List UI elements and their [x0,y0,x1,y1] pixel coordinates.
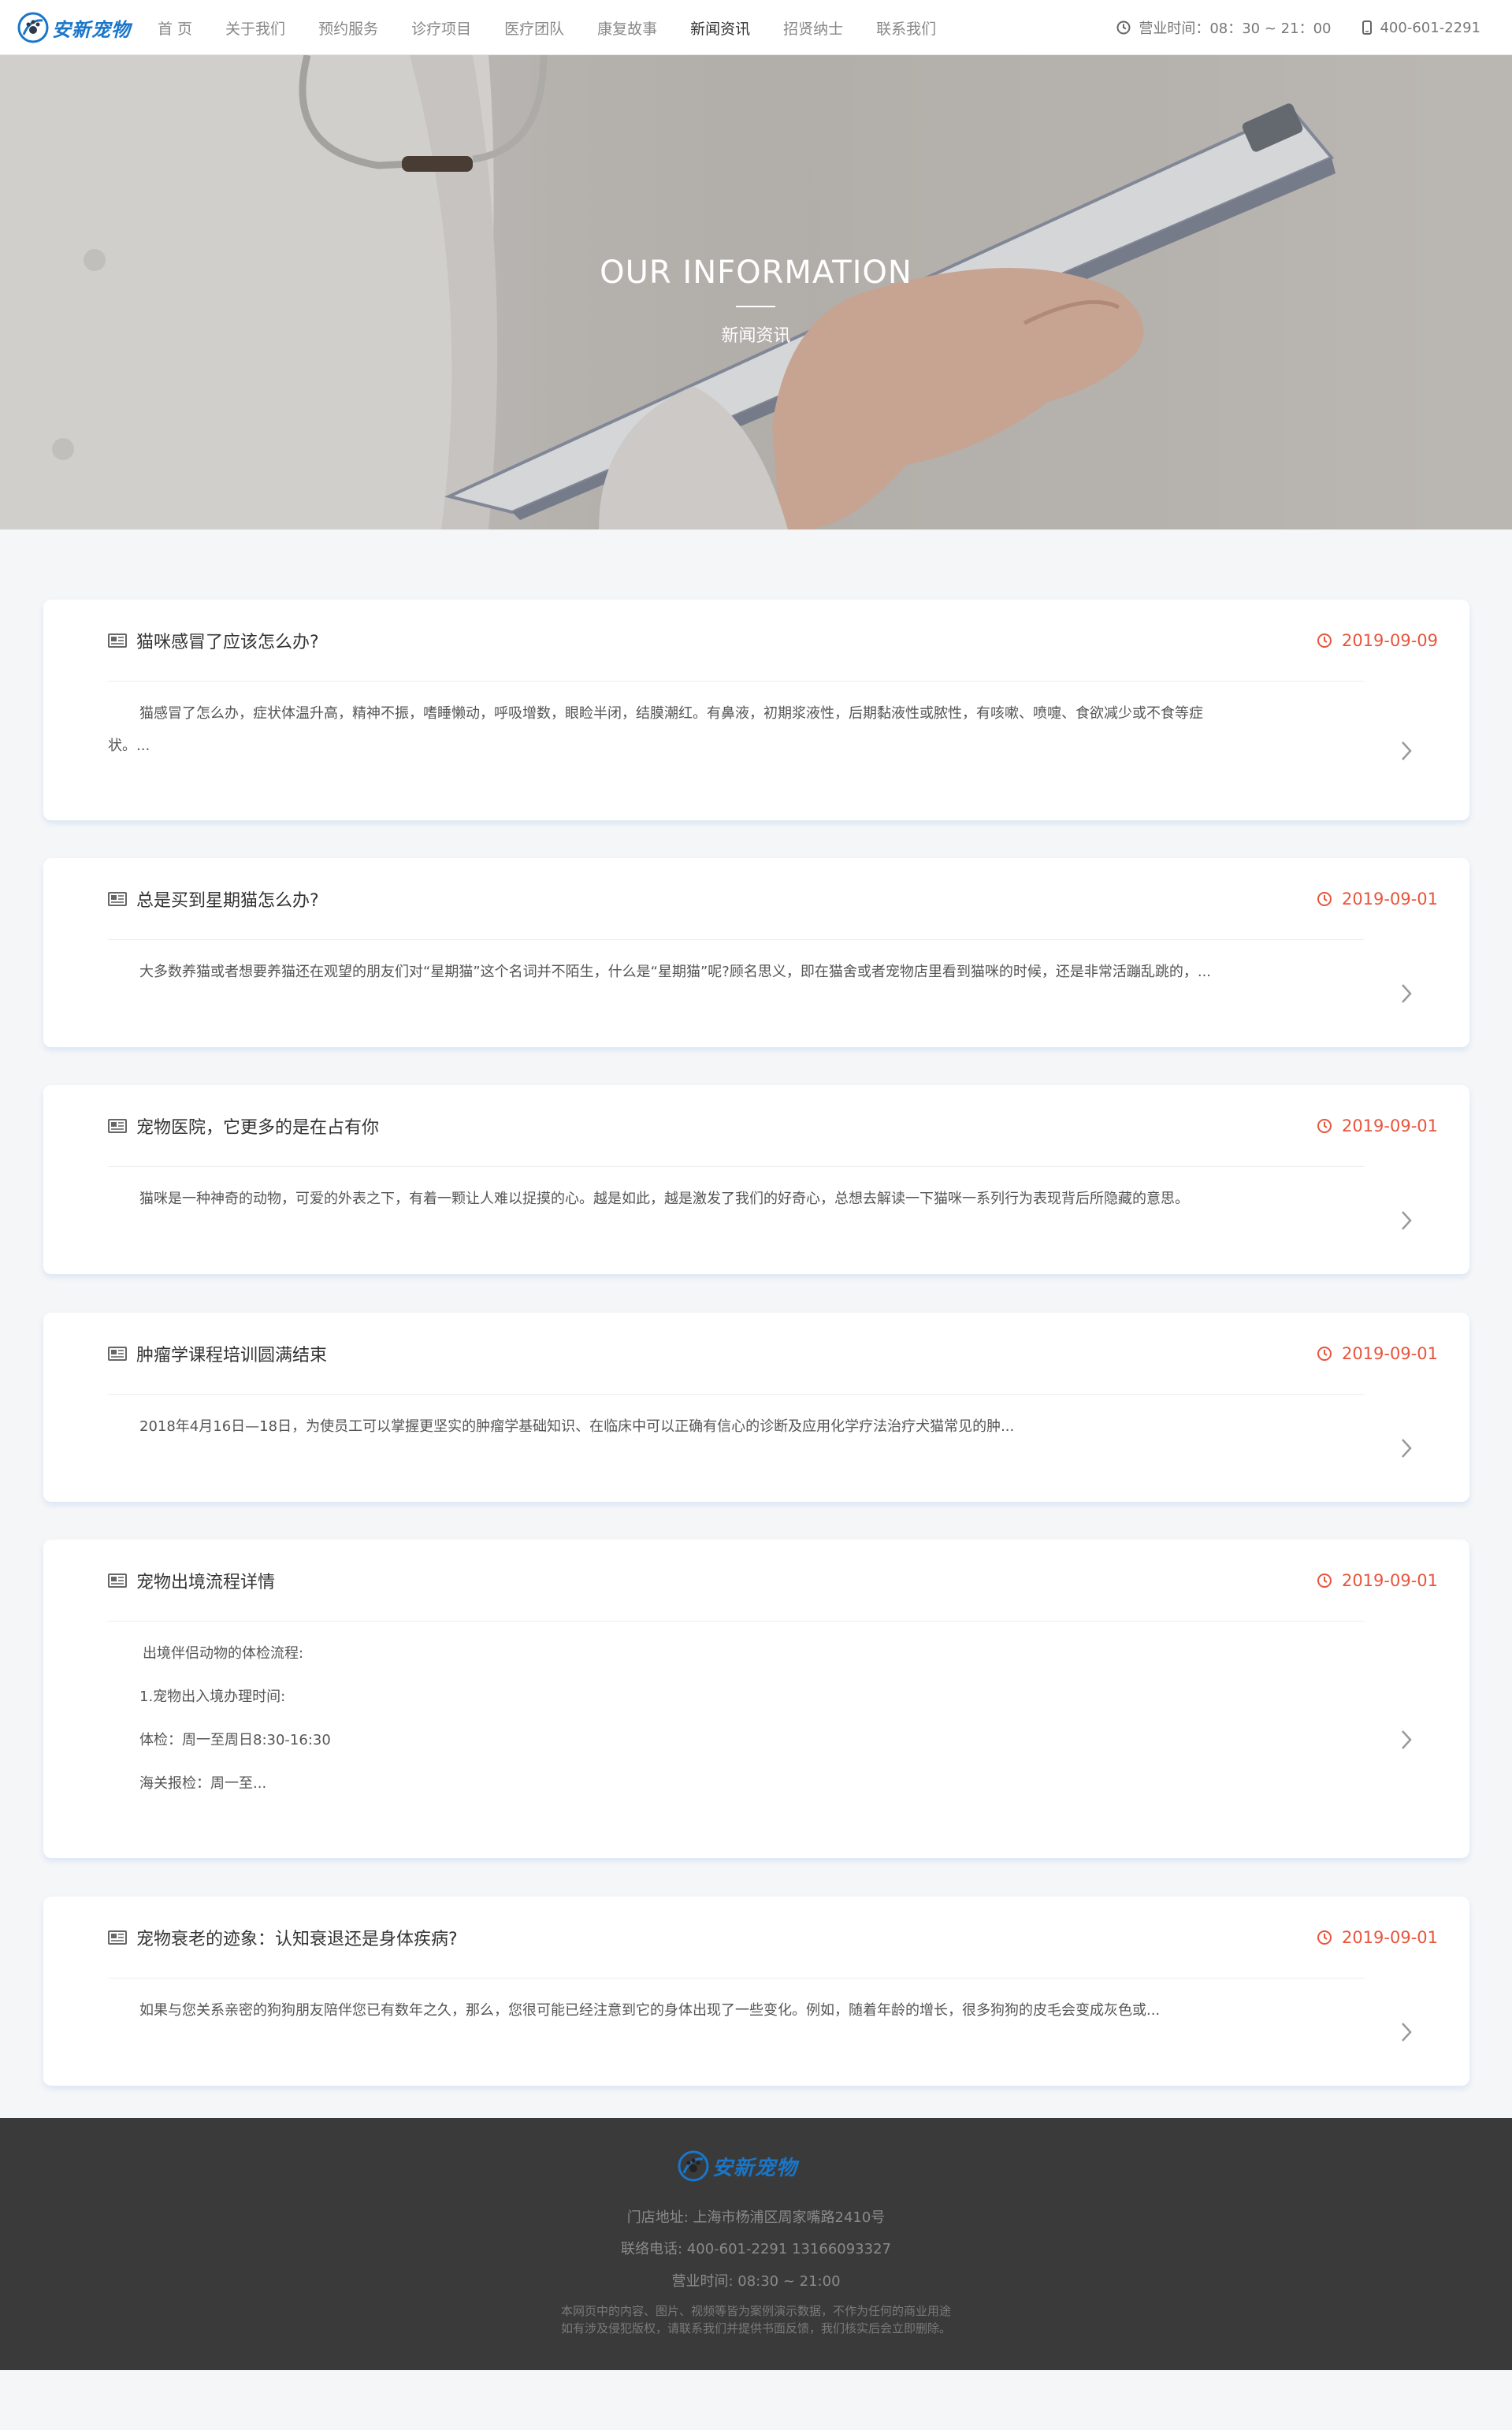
news-excerpt-line: 1.宠物出入境办理时间: [139,1689,286,1705]
news-excerpt: 大多数养猫或者想要养猫还在观望的朋友们对“星期猫”这个名词并不陌生，什么是“星期… [139,964,1212,980]
nav-item-4[interactable]: 医疗团队 [504,17,564,39]
clock-icon [1317,1119,1332,1133]
news-title[interactable]: 宠物医院，它更多的是在占有你 [136,1113,379,1139]
news-excerpt-line: 出境伴侣动物的体检流程: [143,1645,304,1662]
news-date-text: 2019-09-09 [1341,631,1438,650]
newspaper-icon [108,1118,127,1133]
news-card-header: 宠物出境流程详情 [108,1540,1365,1622]
phone-number[interactable]: 400-601-2291 [1362,20,1480,36]
news-body: 如果与您关系亲密的狗狗朋友陪伴您已有数年之久，那么，您很可能已经注意到它的身体出… [108,1994,1235,2027]
news-card-header: 宠物医院，它更多的是在占有你 [108,1085,1365,1167]
news-body: 猫咪是一种神奇的动物，可爱的外表之下，有着一颗让人难以捉摸的心。越是如此，越是激… [108,1183,1235,1215]
chevron-right-icon[interactable] [1399,983,1414,1005]
clock-icon [1317,1930,1332,1945]
footer-tel: 联络电话: 400-601-2291 13166093327 [621,2241,891,2257]
footer-address: 门店地址: 上海市杨浦区周家嘴路2410号 [626,2209,886,2226]
newspaper-icon [108,1346,127,1361]
news-date: 2019-09-09 [1317,600,1438,682]
business-hours: 营业时间：08：30 ~ 21：00 [1116,17,1331,38]
mobile-phone-icon [1362,20,1373,35]
newspaper-icon [108,891,127,906]
news-excerpt-line: 体检：周一至周日8:30-16:30 [139,1732,331,1748]
brand-name: 安新宠物 [52,18,131,41]
news-card[interactable]: 肿瘤学课程培训圆满结束 2019-09-01 2018年4月16日—18日，为使员工… [43,1313,1469,1502]
clock-icon [1317,1347,1332,1361]
news-card-header: 宠物衰老的迹象：认知衰退还是身体疾病? [108,1897,1365,1979]
chevron-right-icon[interactable] [1399,1209,1414,1232]
header-info: 营业时间：08：30 ~ 21：00 400-601-2291 [1085,0,1480,55]
phone-text: 400-601-2291 [1380,19,1480,36]
footer-disclaimer-2: 如有涉及侵犯版权，请联系我们并提供书面反馈，我们核实后会立即删除。 [560,2321,951,2335]
clock-icon [1317,634,1332,648]
news-date-text: 2019-09-01 [1341,1571,1438,1590]
news-excerpt: 猫感冒了怎么办，症状体温升高，精神不振，嗜睡懒动，呼吸增数，眼睑半闭，结膜潮红。… [108,705,1203,754]
news-card[interactable]: 宠物衰老的迹象：认知衰退还是身体疾病? 2019-09-01 如果与您关系亲密的狗狗… [43,1897,1469,2086]
news-excerpt-line: 海关报检：周一至... [139,1775,267,1792]
news-body: 大多数养猫或者想要养猫还在观望的朋友们对“星期猫”这个名词并不陌生，什么是“星期… [108,956,1235,988]
news-date: 2019-09-01 [1317,1313,1438,1395]
news-date-text: 2019-09-01 [1341,1117,1438,1135]
banner-title: OUR INFORMATION [600,255,912,291]
site-header: 安新宠物 首 页 关于我们 预约服务 诊疗项目 医疗团队 康复故事 新闻资讯 招贤纳士 联系我们… [0,0,1512,55]
news-date: 2019-09-01 [1317,1897,1438,1979]
banner-divider [736,306,775,307]
paw-logo-icon [678,2150,709,2182]
paw-logo-icon [17,12,49,43]
clock-icon [1317,892,1332,906]
news-card[interactable]: 猫咪感冒了应该怎么办? 2019-09-09 猫感冒了怎么办，症状体温升高，精神不振… [43,600,1469,820]
nav-item-1[interactable]: 关于我们 [225,17,285,39]
news-body: 出境伴侣动物的体检流程: 1.宠物出入境办理时间: 体检：周一至周日8:30-16:… [108,1637,1235,1811]
news-card[interactable]: 宠物医院，它更多的是在占有你 2019-09-01 猫咪是一种神奇的动物，可爱的外表… [43,1085,1469,1274]
news-date: 2019-09-01 [1317,1085,1438,1167]
nav-item-7[interactable]: 招贤纳士 [783,17,843,39]
newspaper-icon [108,633,127,648]
news-body: 猫感冒了怎么办，症状体温升高，精神不振，嗜睡懒动，呼吸增数，眼睑半闭，结膜潮红。… [108,697,1235,762]
chevron-right-icon[interactable] [1399,2021,1414,2043]
news-date: 2019-09-01 [1317,1540,1438,1622]
news-date-text: 2019-09-01 [1341,1928,1438,1947]
news-card-header: 猫咪感冒了应该怎么办? [108,600,1365,682]
footer-brand-name: 安新宠物 [712,2156,798,2180]
news-excerpt: 猫咪是一种神奇的动物，可爱的外表之下，有着一颗让人难以捉摸的心。越是如此，越是激… [139,1191,1189,1207]
news-card[interactable]: 总是买到星期猫怎么办? 2019-09-01 大多数养猫或者想要养猫还在观望的朋友们… [43,858,1469,1047]
brand-logo[interactable]: 安新宠物 [16,11,131,44]
news-title[interactable]: 肿瘤学课程培训圆满结束 [136,1341,327,1366]
nav-item-2[interactable]: 预约服务 [318,17,378,39]
nav-item-0[interactable]: 首 页 [158,17,192,39]
chevron-right-icon[interactable] [1399,1729,1414,1751]
main-nav: 首 页 关于我们 预约服务 诊疗项目 医疗团队 康复故事 新闻资讯 招贤纳士 联系我们 [158,0,969,55]
hours-text: 营业时间：08：30 ~ 21：00 [1139,20,1332,37]
clock-icon [1317,1574,1332,1588]
news-card-header: 肿瘤学课程培训圆满结束 [108,1313,1365,1395]
news-title[interactable]: 宠物出境流程详情 [136,1568,275,1593]
newspaper-icon [108,1573,127,1588]
news-card[interactable]: 宠物出境流程详情 2019-09-01 出境伴侣动物的体检流程: 1.宠物出入境办理时… [43,1540,1469,1858]
nav-item-3[interactable]: 诊疗项目 [411,17,471,39]
news-excerpt: 2018年4月16日—18日，为使员工可以掌握更坚实的肿瘤学基础知识、在临床中可… [139,1418,1015,1435]
footer-hours: 营业时间: 08:30 ~ 21:00 [671,2273,841,2290]
banner-overlay [0,55,1512,529]
news-date: 2019-09-01 [1317,858,1438,940]
footer-logo[interactable]: 安新宠物 [676,2149,797,2183]
news-card-header: 总是买到星期猫怎么办? [108,858,1365,940]
nav-item-5[interactable]: 康复故事 [597,17,657,39]
nav-item-8[interactable]: 联系我们 [876,17,936,39]
hero-banner: OUR INFORMATION 新闻资讯 [0,55,1512,529]
news-body: 2018年4月16日—18日，为使员工可以掌握更坚实的肿瘤学基础知识、在临床中可… [108,1410,1235,1443]
news-title[interactable]: 总是买到星期猫怎么办? [136,886,319,912]
news-date-text: 2019-09-01 [1341,890,1438,908]
clock-icon [1116,20,1131,35]
news-title[interactable]: 宠物衰老的迹象：认知衰退还是身体疾病? [136,1925,458,1950]
newspaper-icon [108,1930,127,1945]
chevron-right-icon[interactable] [1399,1437,1414,1459]
news-excerpt: 如果与您关系亲密的狗狗朋友陪伴您已有数年之久，那么，您很可能已经注意到它的身体出… [139,2002,1161,2019]
footer-disclaimer-1: 本网页中的内容、图片、视频等皆为案例演示数据，不作为任何的商业用途 [560,2304,951,2318]
nav-item-6[interactable]: 新闻资讯 [690,17,750,39]
banner-subtitle: 新闻资讯 [721,326,791,346]
chevron-right-icon[interactable] [1399,740,1414,762]
site-footer: 安新宠物 门店地址: 上海市杨浦区周家嘴路2410号 联络电话: 400-601… [0,2118,1512,2370]
news-date-text: 2019-09-01 [1341,1344,1438,1363]
news-title[interactable]: 猫咪感冒了应该怎么办? [136,628,319,653]
